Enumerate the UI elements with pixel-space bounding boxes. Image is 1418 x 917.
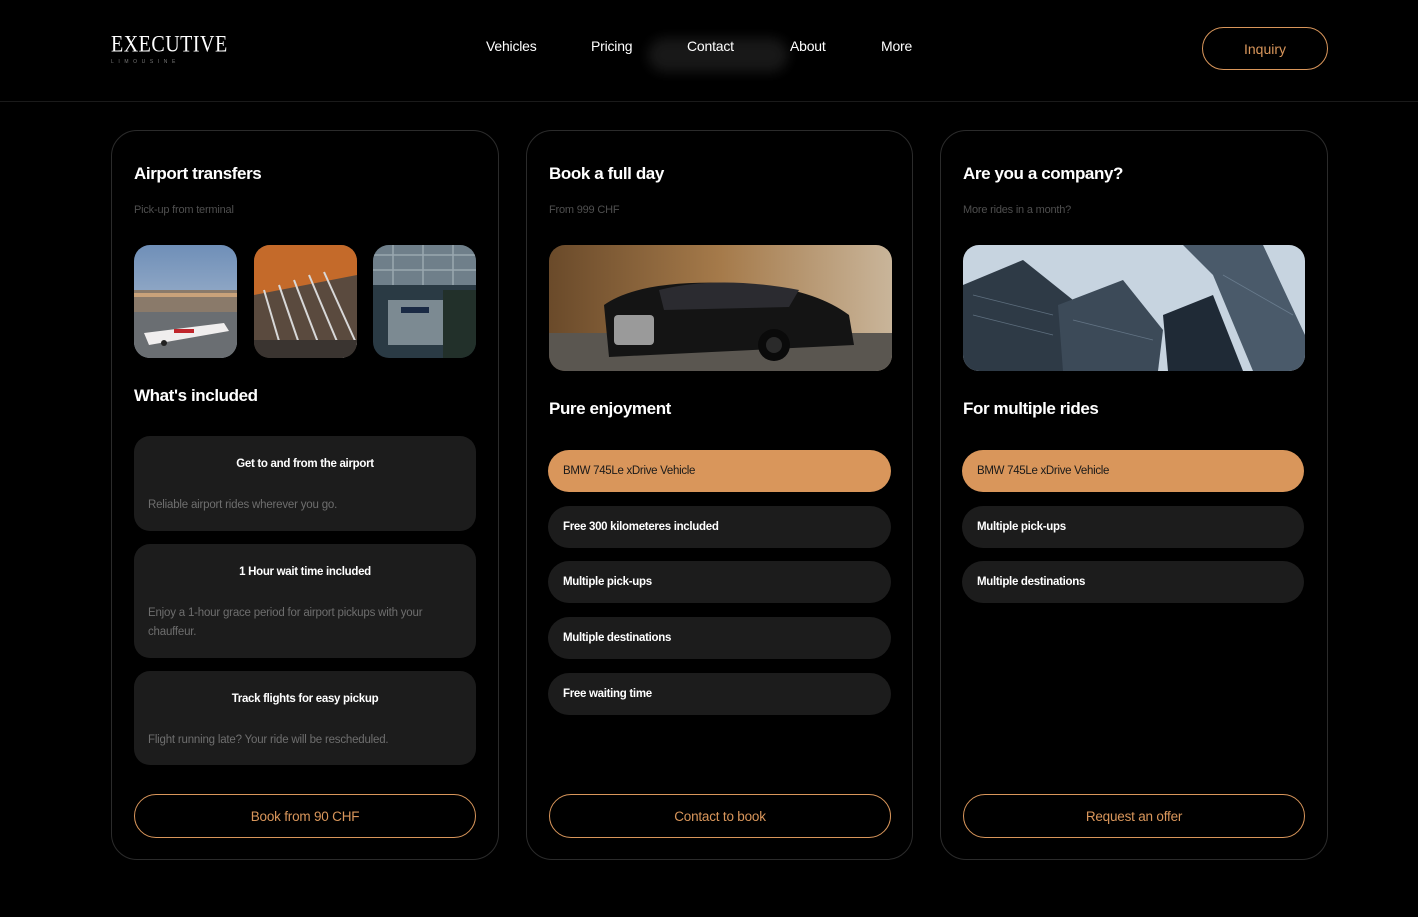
- feature-pill[interactable]: Multiple pick-ups: [962, 506, 1304, 548]
- nav-more[interactable]: More: [881, 38, 912, 54]
- feature-pill[interactable]: Free waiting time: [548, 673, 891, 715]
- section-title: What's included: [134, 386, 258, 405]
- logo-wordmark: EXECUTIVE: [111, 31, 228, 58]
- bmw-car-image: [549, 245, 892, 371]
- airport-plane-image: [134, 245, 237, 358]
- feature-title: 1 Hour wait time included: [239, 566, 371, 578]
- airport-transfers-card: Airport transfers Pick-up from terminal: [111, 130, 499, 860]
- feature-pill-vehicle[interactable]: BMW 745Le xDrive Vehicle: [548, 450, 891, 492]
- terminal-interior-image: [254, 245, 357, 358]
- feature-title: Get to and from the airport: [236, 458, 374, 470]
- feature-box: 1 Hour wait time included Enjoy a 1-hour…: [134, 544, 476, 658]
- feature-pill-vehicle[interactable]: BMW 745Le xDrive Vehicle: [962, 450, 1304, 492]
- feature-description: Reliable airport rides wherever you go.: [148, 499, 338, 511]
- inquiry-button[interactable]: Inquiry: [1202, 27, 1328, 70]
- feature-box: Get to and from the airport Reliable air…: [134, 436, 476, 531]
- site-header: EXECUTIVE LIMOUSINE Vehicles Pricing Con…: [0, 0, 1418, 102]
- card-subtitle: From 999 CHF: [549, 204, 620, 216]
- nav-about[interactable]: About: [790, 38, 826, 54]
- feature-description: Flight running late? Your ride will be r…: [148, 734, 389, 746]
- nav-vehicles[interactable]: Vehicles: [486, 38, 537, 54]
- card-title: Airport transfers: [134, 164, 262, 183]
- card-title: Book a full day: [549, 164, 664, 183]
- skyscrapers-image: [963, 245, 1305, 371]
- feature-pill[interactable]: Multiple pick-ups: [548, 561, 891, 603]
- full-day-card: Book a full day From 999 CHF Pure enjoym…: [526, 130, 913, 860]
- card-subtitle: Pick-up from terminal: [134, 204, 234, 216]
- section-title: For multiple rides: [963, 399, 1099, 418]
- logo-tagline: LIMOUSINE: [111, 59, 180, 65]
- logo[interactable]: EXECUTIVE LIMOUSINE: [111, 31, 228, 65]
- terminal-entrance-image: [373, 245, 476, 358]
- nav-contact[interactable]: Contact: [687, 38, 734, 54]
- section-title: Pure enjoyment: [549, 399, 671, 418]
- feature-pill[interactable]: Free 300 kilometeres included: [548, 506, 891, 548]
- feature-box: Track flights for easy pickup Flight run…: [134, 671, 476, 765]
- feature-title: Track flights for easy pickup: [231, 693, 379, 705]
- card-subtitle: More rides in a month?: [963, 204, 1072, 216]
- request-offer-button[interactable]: Request an offer: [963, 794, 1305, 838]
- company-card: Are you a company? More rides in a month…: [940, 130, 1328, 860]
- feature-pill[interactable]: Multiple destinations: [962, 561, 1304, 603]
- book-from-button[interactable]: Book from 90 CHF: [134, 794, 476, 838]
- feature-description: Enjoy a 1-hour grace period for airport …: [148, 607, 423, 638]
- card-title: Are you a company?: [963, 164, 1124, 183]
- contact-to-book-button[interactable]: Contact to book: [549, 794, 891, 838]
- nav-pricing[interactable]: Pricing: [591, 38, 633, 54]
- feature-pill[interactable]: Multiple destinations: [548, 617, 891, 659]
